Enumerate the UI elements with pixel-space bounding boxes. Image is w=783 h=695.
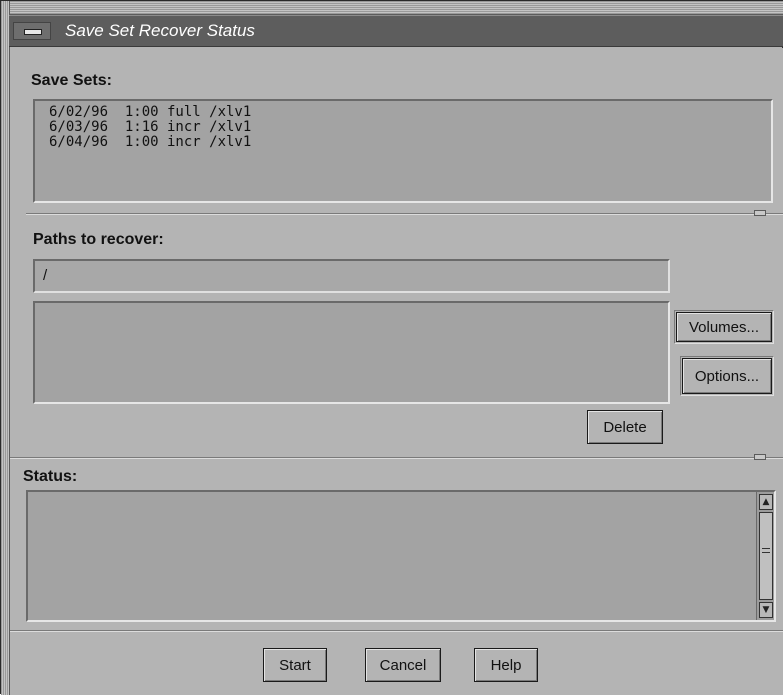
paths-list[interactable] [33,301,670,404]
window-top-border [9,1,783,15]
status-label: Status: [23,468,78,485]
save-sets-label: Save Sets: [31,72,112,89]
save-set-item[interactable]: 6/02/96 1:00 full /xlv1 [49,105,251,120]
window-menu-bar [24,29,42,35]
window-left-border [1,1,10,695]
scrollbar-thumb[interactable] [759,512,773,600]
save-set-item[interactable]: 6/03/96 1:16 incr /xlv1 [49,120,251,135]
status-scrollbar[interactable]: ▲ ▼ [756,492,774,620]
scrollbar-grip-line [762,552,770,553]
save-set-item[interactable]: 6/04/96 1:00 incr /xlv1 [49,135,251,150]
start-button[interactable]: Start [263,648,327,682]
save-sets-list[interactable]: 6/02/96 1:00 full /xlv1 6/03/96 1:16 incr… [33,99,773,203]
title-bar[interactable]: Save Set Recover Status [9,15,783,47]
help-button[interactable]: Help [474,648,538,682]
paths-label: Paths to recover: [33,231,164,248]
scrollbar-grip-line [762,548,770,549]
scroll-down-arrow-icon[interactable]: ▼ [759,602,773,618]
dialog-content: Save Sets: 6/02/96 1:00 full /xlv1 6/03/9… [10,48,783,695]
footer-separator [10,630,783,632]
pane-separator [10,457,783,459]
delete-button[interactable]: Delete [587,410,663,444]
save-sets-items: 6/02/96 1:00 full /xlv1 6/03/96 1:16 incr… [49,105,251,150]
window-menu-icon[interactable] [13,22,51,40]
scroll-up-arrow-icon[interactable]: ▲ [759,494,773,510]
volumes-button[interactable]: Volumes... [676,312,772,342]
pane-sash-handle[interactable] [754,454,766,460]
pane-separator [26,213,783,215]
pane-sash-handle[interactable] [754,210,766,216]
recover-status-window: Save Set Recover Status Save Sets: 6/02/… [0,0,783,695]
status-area: ▲ ▼ [26,490,776,622]
cancel-button[interactable]: Cancel [365,648,441,682]
options-button[interactable]: Options... [682,358,772,394]
path-input[interactable]: / [33,259,670,293]
window-title: Save Set Recover Status [65,21,255,40]
